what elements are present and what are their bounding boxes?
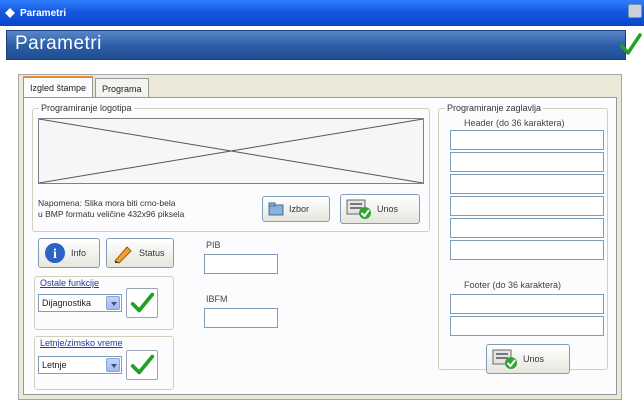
header-unos-button[interactable]: Unos: [486, 344, 570, 374]
footer-label: Footer (do 36 karaktera): [464, 280, 562, 290]
logo-placeholder-icon: [39, 119, 423, 183]
save-check-icon: [346, 199, 371, 219]
letnje-zimsko-select[interactable]: Letnje: [38, 356, 122, 374]
header-line-2[interactable]: [450, 152, 604, 172]
check-icon: [130, 292, 155, 313]
logo-note-line1: Napomena: Slika mora biti crno-bela: [38, 198, 176, 208]
logo-note: Napomena: Slika mora biti crno-bela u BM…: [38, 198, 184, 220]
header-line-5[interactable]: [450, 218, 604, 238]
status-button[interactable]: Status: [106, 238, 174, 268]
letnje-zimsko-label: Letnje/zimsko vreme: [40, 338, 123, 348]
izbor-button-label: Izbor: [289, 204, 310, 214]
info-button[interactable]: i Info: [38, 238, 100, 268]
window-titlebar: Parametri: [0, 0, 644, 26]
page-title: Parametri: [15, 33, 102, 54]
app-icon: [5, 8, 15, 18]
pib-label: PIB: [206, 240, 221, 250]
header-line-1[interactable]: [450, 130, 604, 150]
tab-strip: Izgled štampe Programa: [23, 76, 151, 98]
letnje-zimsko-confirm-button[interactable]: [126, 350, 158, 380]
ostale-funkcije-value: Dijagnostika: [42, 298, 92, 308]
logo-unos-label: Unos: [377, 204, 399, 214]
ostale-funkcije-label: Ostale funkcije: [40, 278, 100, 288]
logo-note-line2: u BMP formatu veličine 432x96 piksela: [38, 209, 185, 219]
ibfm-label: IBFM: [206, 294, 228, 304]
header-unos-label: Unos: [523, 354, 545, 364]
footer-line-1[interactable]: [450, 294, 604, 314]
status-pencil-icon: [114, 246, 132, 264]
pib-input[interactable]: [204, 254, 278, 274]
header-line-3[interactable]: [450, 174, 604, 194]
confirm-check-icon[interactable]: [620, 32, 642, 58]
izbor-button[interactable]: Izbor: [262, 196, 330, 222]
main-area: Izgled štampe Programa Programiranje log…: [0, 62, 644, 409]
page-heading: Parametri: [6, 30, 626, 60]
header-line-6[interactable]: [450, 240, 604, 260]
header-bar: Parametri: [0, 26, 644, 62]
header-label: Header (do 36 karaktera): [464, 118, 565, 128]
ibfm-input[interactable]: [204, 308, 278, 328]
window-title: Parametri: [20, 7, 67, 19]
info-button-label: Info: [71, 248, 87, 258]
footer-line-2[interactable]: [450, 316, 604, 336]
tab-page: Programiranje logotipa Napomena: Slika m…: [23, 97, 617, 395]
header-group-label: Programiranje zaglavlja: [445, 103, 544, 113]
logo-unos-button[interactable]: Unos: [340, 194, 420, 224]
status-button-label: Status: [139, 248, 165, 258]
chevron-down-icon[interactable]: [106, 358, 120, 372]
window-control-button[interactable]: [628, 4, 642, 18]
parameters-panel: Izgled štampe Programa Programiranje log…: [18, 74, 622, 400]
tab-programa[interactable]: Programa: [95, 78, 149, 98]
ostale-funkcije-select[interactable]: Dijagnostika: [38, 294, 122, 312]
chevron-down-icon[interactable]: [106, 296, 120, 310]
folder-icon: [268, 202, 284, 216]
logo-group-label: Programiranje logotipa: [39, 103, 134, 113]
ostale-funkcije-confirm-button[interactable]: [126, 288, 158, 318]
tab-izgled-stampe[interactable]: Izgled štampe: [23, 76, 94, 98]
info-icon: i: [45, 243, 65, 263]
check-icon: [130, 354, 155, 375]
logo-preview: [38, 118, 424, 184]
save-check-icon: [492, 349, 517, 369]
letnje-zimsko-value: Letnje: [42, 360, 67, 370]
svg-text:i: i: [53, 247, 57, 262]
header-line-4[interactable]: [450, 196, 604, 216]
